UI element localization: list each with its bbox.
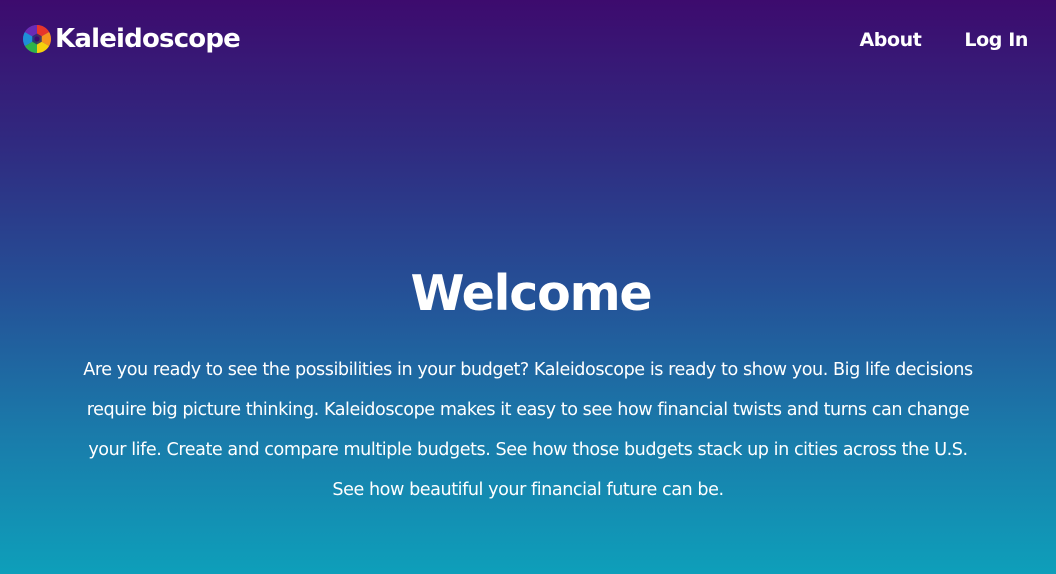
brand-name: Kaleidoscope	[55, 24, 241, 54]
top-navbar: Kaleidoscope About Log In	[0, 0, 1056, 78]
kaleidoscope-aperture-icon	[23, 25, 51, 53]
hero-title: Welcome	[410, 265, 653, 322]
hero-description: Are you ready to see the possibilities i…	[83, 360, 973, 500]
nav-links: About Log In	[816, 26, 1028, 54]
nav-link-about[interactable]: About	[859, 26, 921, 54]
nav-link-login[interactable]: Log In	[964, 26, 1028, 54]
hero-section: Welcome Are you ready to see the possibi…	[0, 262, 1056, 510]
brand-home-link[interactable]: Kaleidoscope	[22, 22, 241, 56]
